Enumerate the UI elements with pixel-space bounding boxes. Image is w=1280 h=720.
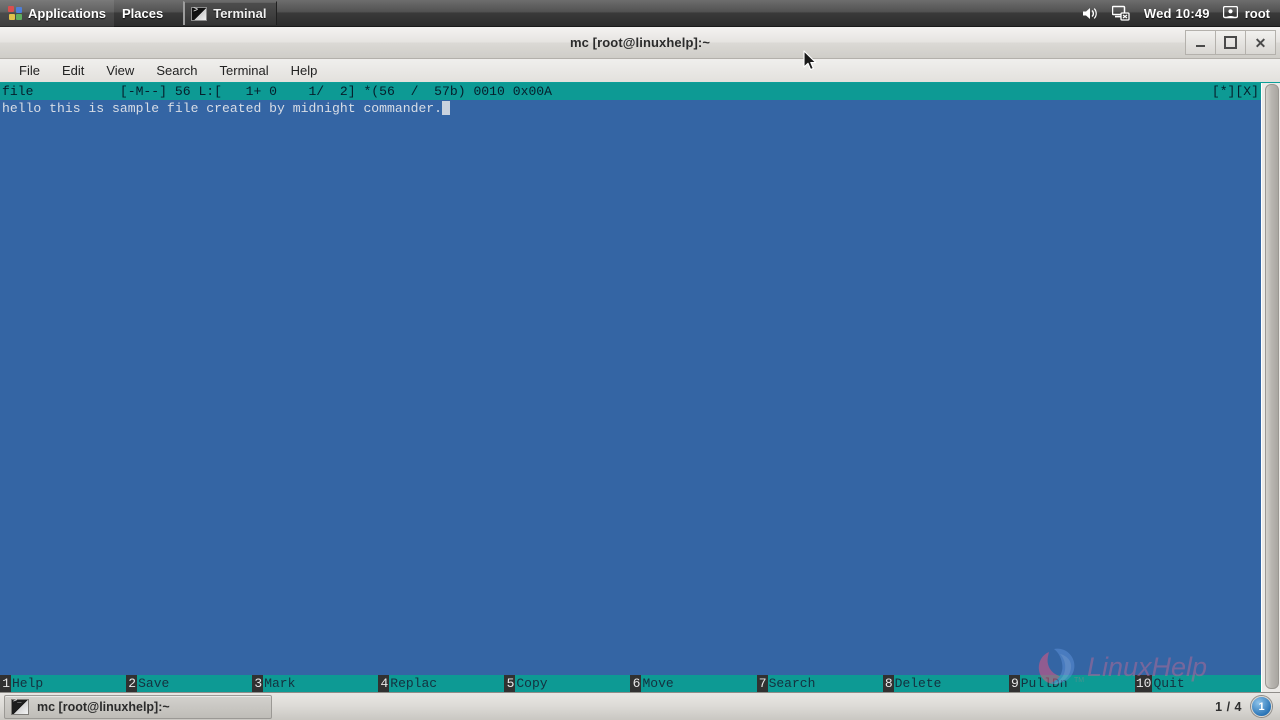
menu-terminal[interactable]: Terminal bbox=[209, 61, 280, 80]
fkey-2-save[interactable]: 2 Save bbox=[126, 675, 253, 692]
close-button[interactable]: ✕ bbox=[1245, 30, 1276, 55]
text-cursor bbox=[442, 101, 451, 115]
fkey-9-number: 9 bbox=[1008, 675, 1020, 692]
fkey-7-search[interactable]: 7 Search bbox=[756, 675, 883, 692]
mc-status-left: file [-M--] 56 L:[ 1+ 0 1/ 2] *(56 / 57b… bbox=[2, 84, 553, 99]
fkey-10-label: Quit bbox=[1153, 676, 1185, 691]
top-panel: Applications Places Terminal bbox=[0, 0, 1280, 27]
window-title: mc [root@linuxhelp]:~ bbox=[569, 35, 711, 50]
terminal-body: file [-M--] 56 L:[ 1+ 0 1/ 2] *(56 / 57b… bbox=[0, 83, 1280, 692]
fkey-2-label: Save bbox=[138, 676, 170, 691]
fkey-1-number: 1 bbox=[0, 675, 11, 692]
fkey-2-number: 2 bbox=[126, 675, 138, 692]
terminal-icon bbox=[191, 6, 208, 21]
applications-menu-label: Applications bbox=[28, 5, 107, 21]
mc-line-1: hello this is sample file created by mid… bbox=[2, 101, 443, 116]
fkey-8-label: Delete bbox=[894, 676, 942, 691]
minimize-button[interactable] bbox=[1185, 30, 1216, 55]
fkey-1-help[interactable]: 1 Help bbox=[0, 675, 127, 692]
fkey-5-label: Copy bbox=[516, 676, 548, 691]
window-controls: ✕ bbox=[1185, 30, 1276, 55]
fkey-3-mark[interactable]: 3 Mark bbox=[252, 675, 379, 692]
menu-help[interactable]: Help bbox=[280, 61, 329, 80]
menu-search[interactable]: Search bbox=[145, 61, 208, 80]
taskbar-item-terminal[interactable]: Terminal bbox=[183, 1, 278, 25]
applications-icon bbox=[8, 5, 23, 21]
minimize-icon bbox=[1196, 45, 1205, 47]
window-titlebar[interactable]: mc [root@linuxhelp]:~ ✕ bbox=[0, 27, 1280, 59]
fkey-10-number: 10 bbox=[1134, 675, 1153, 692]
places-menu[interactable]: Places bbox=[114, 0, 171, 27]
maximize-button[interactable] bbox=[1215, 30, 1246, 55]
fkey-6-label: Move bbox=[642, 676, 674, 691]
system-tray: Wed 10:49 root bbox=[1082, 5, 1280, 21]
workspace-current-badge[interactable]: 1 bbox=[1251, 696, 1272, 717]
volume-button[interactable] bbox=[1082, 6, 1099, 21]
fkey-10-quit[interactable]: 10 Quit bbox=[1134, 675, 1261, 692]
fkey-9-label: PullDn bbox=[1020, 676, 1068, 691]
network-button[interactable] bbox=[1111, 5, 1131, 21]
user-menu-label: root bbox=[1244, 5, 1270, 21]
fkey-8-delete[interactable]: 8 Delete bbox=[882, 675, 1009, 692]
mc-function-key-bar: 1 Help 2 Save 3 Mark 4 Replac 5 Copy 6 M… bbox=[0, 675, 1261, 692]
network-disconnected-icon bbox=[1111, 5, 1130, 21]
menubar: File Edit View Search Terminal Help bbox=[0, 59, 1280, 83]
menu-file[interactable]: File bbox=[8, 61, 51, 80]
fkey-6-number: 6 bbox=[630, 675, 642, 692]
fkey-3-number: 3 bbox=[252, 675, 264, 692]
places-menu-label: Places bbox=[122, 5, 164, 21]
fkey-4-label: Replac bbox=[390, 676, 438, 691]
speaker-icon bbox=[1082, 7, 1097, 19]
menu-edit[interactable]: Edit bbox=[51, 61, 95, 80]
terminal-window: mc [root@linuxhelp]:~ ✕ File Edit View S… bbox=[0, 27, 1280, 692]
applications-menu[interactable]: Applications bbox=[0, 0, 115, 27]
fkey-5-number: 5 bbox=[504, 675, 516, 692]
mc-editor[interactable]: file [-M--] 56 L:[ 1+ 0 1/ 2] *(56 / 57b… bbox=[0, 83, 1261, 692]
fkey-6-move[interactable]: 6 Move bbox=[630, 675, 757, 692]
taskbar-window-label: mc [root@linuxhelp]:~ bbox=[37, 699, 170, 714]
fkey-7-label: Search bbox=[768, 676, 816, 691]
mc-text-area[interactable]: hello this is sample file created by mid… bbox=[2, 100, 451, 117]
fkey-4-number: 4 bbox=[378, 675, 390, 692]
menu-view[interactable]: View bbox=[95, 61, 145, 80]
taskbar-window-button[interactable]: mc [root@linuxhelp]:~ bbox=[4, 694, 272, 719]
fkey-8-number: 8 bbox=[882, 675, 894, 692]
clock[interactable]: Wed 10:49 bbox=[1144, 6, 1210, 21]
fkey-1-label: Help bbox=[12, 676, 44, 691]
fkey-7-number: 7 bbox=[756, 675, 768, 692]
terminal-scrollbar[interactable] bbox=[1261, 83, 1280, 692]
workspace-count: 1 / 4 bbox=[1215, 699, 1242, 714]
mc-status-bar: file [-M--] 56 L:[ 1+ 0 1/ 2] *(56 / 57b… bbox=[0, 83, 1261, 100]
user-icon bbox=[1222, 6, 1238, 19]
screen: Applications Places Terminal bbox=[0, 0, 1280, 720]
user-menu[interactable]: root bbox=[1222, 5, 1270, 21]
fkey-4-replace[interactable]: 4 Replac bbox=[378, 675, 505, 692]
fkey-5-copy[interactable]: 5 Copy bbox=[504, 675, 631, 692]
terminal-icon bbox=[11, 697, 29, 715]
fkey-9-pulldown[interactable]: 9 PullDn bbox=[1008, 675, 1135, 692]
workspace-switcher: 1 / 4 1 bbox=[1215, 696, 1280, 717]
fkey-3-label: Mark bbox=[264, 676, 296, 691]
terminal-scrollbar-thumb[interactable] bbox=[1265, 84, 1279, 689]
close-icon: ✕ bbox=[1254, 34, 1267, 51]
maximize-icon bbox=[1224, 36, 1237, 49]
bottom-panel: mc [root@linuxhelp]:~ 1 / 4 1 bbox=[0, 692, 1280, 720]
mc-status-right: [*][X] bbox=[1211, 84, 1259, 99]
taskbar-item-terminal-label: Terminal bbox=[213, 6, 267, 21]
